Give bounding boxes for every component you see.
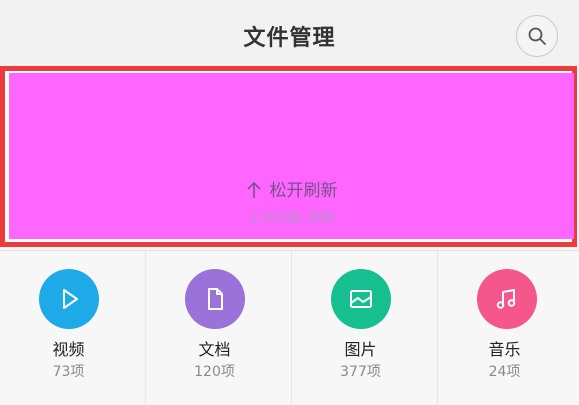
category-image[interactable]: 图片 377项: [292, 251, 438, 405]
refresh-indicator-area: 松开刷新 上次扫描: 刚刚: [9, 73, 574, 239]
play-icon: [63, 289, 78, 309]
page-title: 文件管理: [243, 26, 336, 51]
category-count: 73项: [52, 364, 85, 380]
refresh-status: 松开刷新: [9, 176, 574, 201]
category-label: 视频: [52, 340, 85, 359]
category-label: 音乐: [488, 340, 521, 359]
music-note-icon: [496, 289, 516, 309]
category-count: 24项: [488, 364, 521, 380]
category-count: 377项: [340, 364, 381, 380]
category-music[interactable]: 音乐 24项: [438, 251, 579, 405]
pull-to-refresh-panel: 松开刷新 上次扫描: 刚刚: [0, 66, 577, 247]
search-icon: [528, 27, 546, 45]
last-scan-time: 上次扫描: 刚刚: [248, 211, 335, 226]
image-icon: [350, 290, 372, 308]
category-label: 图片: [344, 340, 377, 359]
category-document[interactable]: 文档 120项: [146, 251, 292, 405]
refresh-label: 松开刷新: [269, 181, 338, 201]
arrow-up-icon: [246, 181, 261, 198]
search-button[interactable]: [516, 15, 558, 57]
category-grid: 视频 73项 文档 120项 图片 377项 音乐 24项: [0, 250, 579, 405]
document-icon: [208, 288, 223, 310]
app-header: 文件管理: [0, 0, 579, 72]
category-video[interactable]: 视频 73项: [0, 251, 146, 405]
category-count: 120项: [194, 364, 235, 380]
category-label: 文档: [198, 340, 231, 359]
